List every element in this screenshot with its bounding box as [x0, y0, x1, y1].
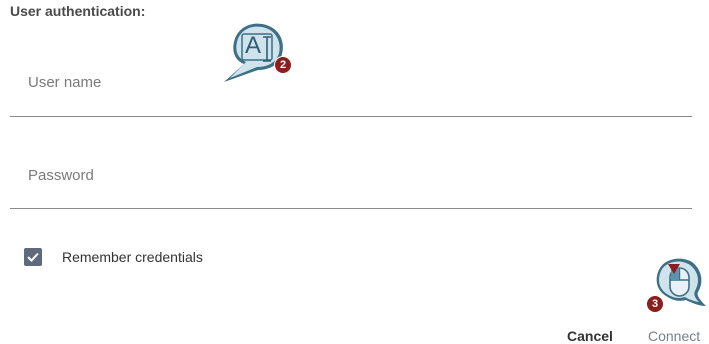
- remember-credentials-label: Remember credentials: [62, 249, 203, 265]
- username-input[interactable]: [10, 60, 692, 104]
- username-field[interactable]: [10, 60, 692, 117]
- callout-mouse-click: 3: [646, 254, 709, 316]
- section-title: User authentication:: [10, 3, 146, 19]
- remember-credentials-row[interactable]: Remember credentials: [24, 248, 203, 266]
- password-input[interactable]: [10, 156, 692, 194]
- password-field[interactable]: [10, 156, 692, 209]
- text-cursor-icon: A: [245, 32, 262, 59]
- callout-badge-3: 3: [646, 295, 664, 313]
- remember-credentials-checkbox[interactable]: [24, 248, 42, 266]
- checkmark-icon: [27, 252, 39, 262]
